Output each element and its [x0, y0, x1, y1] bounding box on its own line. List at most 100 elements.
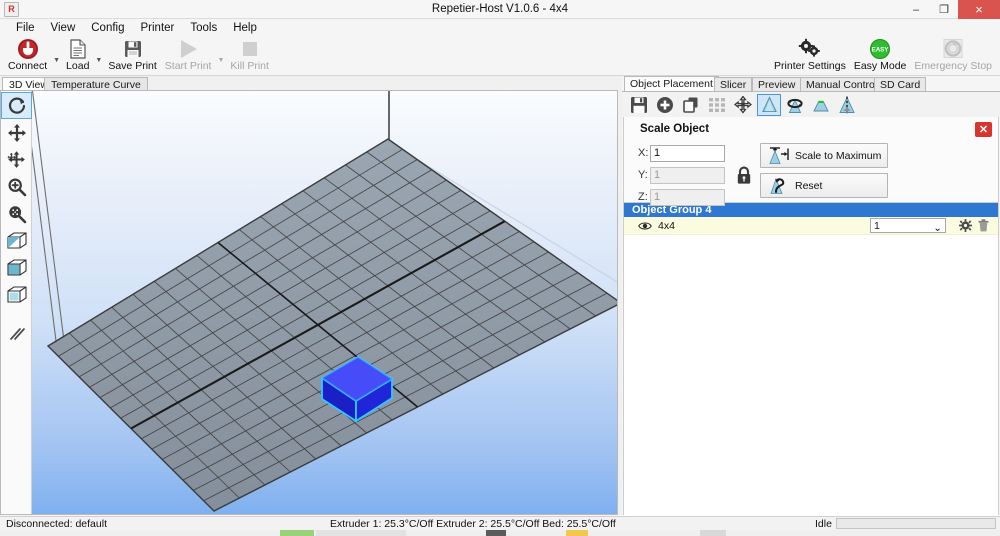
scale-to-maximum-label: Scale to Maximum [795, 150, 881, 162]
move-object-tool[interactable] [1, 146, 32, 173]
kill-print-button[interactable]: Kill Print [226, 37, 273, 76]
object-name: 4x4 [658, 220, 870, 232]
printer-settings-button[interactable]: Printer Settings [770, 37, 850, 76]
scale-x-label: X: [638, 147, 650, 159]
tab-sd-card[interactable]: SD Card [874, 77, 926, 91]
scale-x-input[interactable] [650, 145, 725, 162]
view-preset-2-tool[interactable] [1, 254, 32, 281]
lock-closed-icon [736, 166, 752, 185]
toolbar-left-group: Connect ▼ Load [4, 37, 273, 76]
placement-panel-body: Scale Object ✕ X: Y: Z: [623, 117, 999, 515]
load-dropdown-caret[interactable]: ▼ [93, 57, 104, 64]
start-print-dropdown-caret[interactable]: ▼ [215, 57, 226, 64]
drop-object-button[interactable] [809, 94, 833, 116]
menu-tools[interactable]: Tools [182, 20, 225, 36]
printer-frame-lines [32, 91, 64, 341]
close-button[interactable]: × [958, 0, 1000, 19]
3d-viewport[interactable]: Z X Y [0, 90, 618, 515]
add-object-icon [656, 96, 674, 114]
rotate-object-button[interactable] [783, 94, 807, 116]
3d-canvas[interactable]: Z X Y [32, 91, 618, 514]
connect-label: Connect [8, 60, 47, 72]
copy-object-icon [682, 96, 700, 114]
title-bar: R Repetier-Host V1.0.6 - 4x4 – ❐ × [0, 0, 1000, 19]
toolbar-right-group: Printer Settings EASY Easy Mode [770, 37, 996, 76]
tab-temperature-curve[interactable]: Temperature Curve [44, 77, 148, 91]
menu-view[interactable]: View [43, 20, 84, 36]
object-visibility-toggle[interactable] [638, 221, 652, 231]
connect-dropdown-caret[interactable]: ▼ [51, 57, 62, 64]
tab-object-placement[interactable]: Object Placement [624, 76, 719, 91]
object-copies-dropdown[interactable]: 1 ⌄ [870, 218, 946, 233]
move-view-tool[interactable] [1, 119, 32, 146]
copy-object-button[interactable] [679, 94, 703, 116]
scale-object-icon [761, 96, 778, 113]
move-object-icon [6, 150, 28, 170]
start-print-button[interactable]: Start Print [161, 37, 216, 76]
connection-status: Disconnected: default [6, 518, 107, 530]
scale-object-section: Scale Object ✕ X: Y: Z: [624, 117, 998, 202]
menu-config[interactable]: Config [83, 20, 132, 36]
gears-icon [797, 38, 823, 60]
scale-z-input[interactable] [650, 189, 725, 206]
autoposition-grid-icon [708, 96, 726, 114]
viewport-toolbar [1, 91, 32, 514]
kill-print-label: Kill Print [230, 60, 269, 72]
scale-x-row: X: [638, 143, 725, 163]
temperature-status: Extruder 1: 25.3°C/Off Extruder 2: 25.5°… [330, 518, 616, 530]
object-settings-button[interactable] [956, 219, 974, 232]
rotate-object-icon [786, 96, 804, 114]
connect-button[interactable]: Connect [4, 37, 51, 76]
zoom-fit-tool[interactable] [1, 200, 32, 227]
menu-printer[interactable]: Printer [133, 20, 183, 36]
viewport-tabstrip: 3D View Temperature Curve [0, 76, 618, 91]
menu-file[interactable]: File [8, 20, 43, 36]
easy-mode-button[interactable]: EASY Easy Mode [850, 37, 911, 76]
printer-state: Idle [815, 518, 832, 530]
scale-y-input[interactable] [650, 167, 725, 184]
view-preset-1-tool[interactable] [1, 227, 32, 254]
save-print-button[interactable]: Save Print [104, 37, 160, 76]
background-window-sliver [0, 530, 1000, 536]
menu-help[interactable]: Help [225, 20, 265, 36]
print-bed-scene: Z X Y [32, 91, 618, 514]
power-plug-icon [17, 38, 39, 60]
scale-object-button[interactable] [757, 94, 781, 116]
rotate-view-tool[interactable] [1, 92, 32, 119]
zoom-in-tool[interactable] [1, 173, 32, 200]
load-button[interactable]: Load [62, 37, 93, 76]
object-list-item[interactable]: 4x4 1 ⌄ [624, 217, 998, 235]
easy-mode-label: Easy Mode [854, 60, 907, 72]
close-scale-panel-button[interactable]: ✕ [975, 122, 992, 137]
trash-icon [978, 219, 989, 232]
scale-reset-button[interactable]: Reset [760, 173, 888, 198]
view-cube-wireframe-icon [6, 285, 28, 305]
tab-manual-control[interactable]: Manual Control [800, 77, 883, 91]
tab-slicer[interactable]: Slicer [714, 77, 752, 91]
maximize-button[interactable]: ❐ [930, 0, 958, 19]
stop-square-icon [240, 38, 260, 60]
autoposition-button[interactable] [705, 94, 729, 116]
object-delete-button[interactable] [974, 219, 992, 232]
eye-icon [638, 221, 652, 231]
play-triangle-icon [176, 38, 200, 60]
emergency-stop-icon [941, 38, 965, 60]
printer-settings-label: Printer Settings [774, 60, 846, 72]
tab-preview[interactable]: Preview [752, 77, 801, 91]
move-arrows-icon [7, 123, 27, 143]
easy-mode-icon: EASY [868, 38, 892, 60]
parallel-view-tool[interactable] [1, 320, 32, 347]
center-object-button[interactable] [731, 94, 755, 116]
status-bar: Disconnected: default Extruder 1: 25.3°C… [0, 516, 1000, 530]
scale-to-maximum-button[interactable]: Scale to Maximum [760, 143, 888, 168]
minimize-button[interactable]: – [902, 0, 930, 19]
center-object-icon [734, 96, 752, 114]
rotate-icon [7, 96, 27, 116]
save-object-button[interactable] [627, 94, 651, 116]
scale-lock-toggle[interactable] [736, 166, 752, 188]
emergency-stop-button[interactable]: Emergency Stop [910, 37, 996, 76]
view-preset-3-tool[interactable] [1, 281, 32, 308]
scale-fields: X: Y: Z: [638, 143, 725, 209]
add-object-button[interactable] [653, 94, 677, 116]
mirror-object-button[interactable] [835, 94, 859, 116]
